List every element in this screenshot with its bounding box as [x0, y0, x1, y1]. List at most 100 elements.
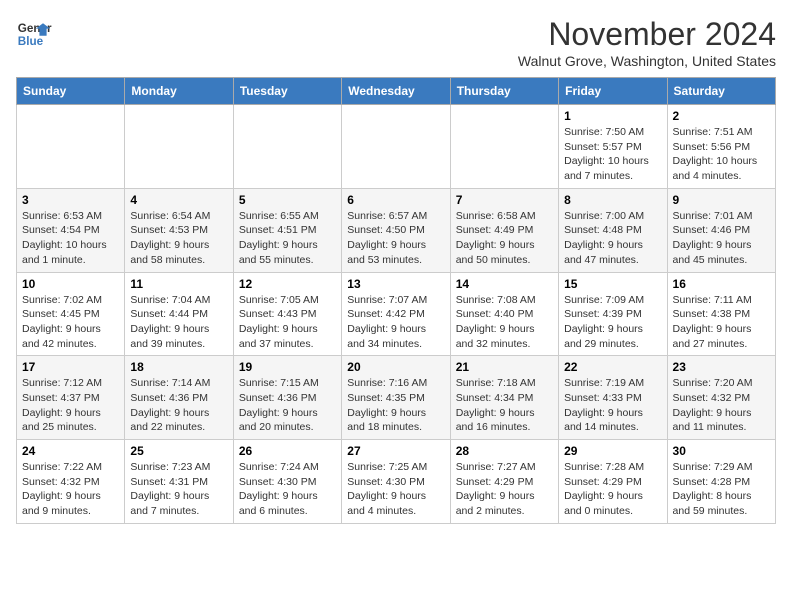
- calendar-cell: [125, 105, 233, 189]
- day-info: Sunrise: 6:54 AM Sunset: 4:53 PM Dayligh…: [130, 210, 210, 266]
- day-info: Sunrise: 6:57 AM Sunset: 4:50 PM Dayligh…: [347, 210, 427, 266]
- day-number: 24: [22, 444, 119, 458]
- title-area: November 2024 Walnut Grove, Washington, …: [518, 16, 776, 69]
- calendar-cell: 13 Sunrise: 7:07 AM Sunset: 4:42 PM Dayli…: [342, 272, 450, 356]
- day-info: Sunrise: 7:22 AM Sunset: 4:32 PM Dayligh…: [22, 461, 102, 517]
- day-number: 23: [673, 360, 770, 374]
- day-info: Sunrise: 6:53 AM Sunset: 4:54 PM Dayligh…: [22, 210, 107, 266]
- calendar-week-3: 10Sunrise: 7:02 AM Sunset: 4:45 PM Dayli…: [17, 272, 776, 356]
- day-info: Sunrise: 7:25 AM Sunset: 4:30 PM Dayligh…: [347, 461, 427, 517]
- day-number: 16: [673, 277, 770, 291]
- day-number: 19: [239, 360, 336, 374]
- column-header-tuesday: Tuesday: [233, 78, 341, 105]
- calendar-cell: 28Sunrise: 7:27 AM Sunset: 4:29 PM Dayli…: [450, 440, 558, 524]
- calendar-cell: 18Sunrise: 7:14 AM Sunset: 4:36 PM Dayli…: [125, 356, 233, 440]
- day-info: Sunrise: 7:16 AM Sunset: 4:35 PM Dayligh…: [347, 377, 427, 433]
- calendar-week-1: 1 Sunrise: 7:50 AM Sunset: 5:57 PM Daylig…: [17, 105, 776, 189]
- calendar-cell: 21 Sunrise: 7:18 AM Sunset: 4:34 PM Dayli…: [450, 356, 558, 440]
- column-header-thursday: Thursday: [450, 78, 558, 105]
- calendar-cell: 3 Sunrise: 6:53 AM Sunset: 4:54 PM Daylig…: [17, 188, 125, 272]
- day-number: 12: [239, 277, 336, 291]
- calendar-cell: 16 Sunrise: 7:11 AM Sunset: 4:38 PM Dayli…: [667, 272, 775, 356]
- calendar-cell: 30 Sunrise: 7:29 AM Sunset: 4:28 PM Dayli…: [667, 440, 775, 524]
- logo-icon: General Blue: [16, 16, 52, 52]
- day-info: Sunrise: 7:11 AM Sunset: 4:38 PM Dayligh…: [673, 294, 752, 350]
- day-number: 29: [564, 444, 661, 458]
- day-info: Sunrise: 7:15 AM Sunset: 4:36 PM Dayligh…: [239, 377, 319, 433]
- calendar-header-row: SundayMondayTuesdayWednesdayThursdayFrid…: [17, 78, 776, 105]
- calendar-week-4: 17 Sunrise: 7:12 AM Sunset: 4:37 PM Dayli…: [17, 356, 776, 440]
- day-number: 1: [564, 109, 661, 123]
- day-number: 14: [456, 277, 553, 291]
- location: Walnut Grove, Washington, United States: [518, 53, 776, 69]
- day-info: Sunrise: 6:55 AM Sunset: 4:51 PM Dayligh…: [239, 210, 319, 266]
- column-header-sunday: Sunday: [17, 78, 125, 105]
- day-info: Sunrise: 7:07 AM Sunset: 4:42 PM Dayligh…: [347, 294, 427, 350]
- day-number: 11: [130, 277, 227, 291]
- day-info: Sunrise: 7:00 AM Sunset: 4:48 PM Dayligh…: [564, 210, 644, 266]
- calendar-cell: 4Sunrise: 6:54 AM Sunset: 4:53 PM Daylig…: [125, 188, 233, 272]
- calendar-cell: 12 Sunrise: 7:05 AM Sunset: 4:43 PM Dayli…: [233, 272, 341, 356]
- day-number: 21: [456, 360, 553, 374]
- day-info: Sunrise: 7:12 AM Sunset: 4:37 PM Dayligh…: [22, 377, 102, 433]
- day-info: Sunrise: 7:14 AM Sunset: 4:36 PM Dayligh…: [130, 377, 210, 433]
- day-info: Sunrise: 7:50 AM Sunset: 5:57 PM Dayligh…: [564, 126, 649, 182]
- day-number: 2: [673, 109, 770, 123]
- day-info: Sunrise: 7:18 AM Sunset: 4:34 PM Dayligh…: [456, 377, 536, 433]
- calendar-week-2: 3 Sunrise: 6:53 AM Sunset: 4:54 PM Daylig…: [17, 188, 776, 272]
- day-info: Sunrise: 7:09 AM Sunset: 4:39 PM Dayligh…: [564, 294, 644, 350]
- calendar-cell: 7 Sunrise: 6:58 AM Sunset: 4:49 PM Daylig…: [450, 188, 558, 272]
- day-info: Sunrise: 7:01 AM Sunset: 4:46 PM Dayligh…: [673, 210, 753, 266]
- day-number: 9: [673, 193, 770, 207]
- day-number: 28: [456, 444, 553, 458]
- day-info: Sunrise: 6:58 AM Sunset: 4:49 PM Dayligh…: [456, 210, 536, 266]
- day-number: 20: [347, 360, 444, 374]
- day-number: 7: [456, 193, 553, 207]
- day-number: 13: [347, 277, 444, 291]
- day-number: 15: [564, 277, 661, 291]
- calendar-cell: 27 Sunrise: 7:25 AM Sunset: 4:30 PM Dayli…: [342, 440, 450, 524]
- logo: General Blue: [16, 16, 52, 52]
- calendar-cell: 19 Sunrise: 7:15 AM Sunset: 4:36 PM Dayli…: [233, 356, 341, 440]
- day-info: Sunrise: 7:08 AM Sunset: 4:40 PM Dayligh…: [456, 294, 536, 350]
- day-number: 26: [239, 444, 336, 458]
- calendar-cell: 9 Sunrise: 7:01 AM Sunset: 4:46 PM Daylig…: [667, 188, 775, 272]
- calendar-cell: [450, 105, 558, 189]
- calendar-cell: 20 Sunrise: 7:16 AM Sunset: 4:35 PM Dayli…: [342, 356, 450, 440]
- day-info: Sunrise: 7:23 AM Sunset: 4:31 PM Dayligh…: [130, 461, 210, 517]
- calendar-cell: 29 Sunrise: 7:28 AM Sunset: 4:29 PM Dayli…: [559, 440, 667, 524]
- day-number: 17: [22, 360, 119, 374]
- calendar-cell: 14 Sunrise: 7:08 AM Sunset: 4:40 PM Dayli…: [450, 272, 558, 356]
- day-info: Sunrise: 7:05 AM Sunset: 4:43 PM Dayligh…: [239, 294, 319, 350]
- day-number: 10: [22, 277, 119, 291]
- calendar-cell: 23 Sunrise: 7:20 AM Sunset: 4:32 PM Dayli…: [667, 356, 775, 440]
- day-number: 3: [22, 193, 119, 207]
- calendar-week-5: 24 Sunrise: 7:22 AM Sunset: 4:32 PM Dayli…: [17, 440, 776, 524]
- day-info: Sunrise: 7:19 AM Sunset: 4:33 PM Dayligh…: [564, 377, 644, 433]
- calendar-cell: 1 Sunrise: 7:50 AM Sunset: 5:57 PM Daylig…: [559, 105, 667, 189]
- day-info: Sunrise: 7:28 AM Sunset: 4:29 PM Dayligh…: [564, 461, 644, 517]
- calendar-cell: 10Sunrise: 7:02 AM Sunset: 4:45 PM Dayli…: [17, 272, 125, 356]
- day-number: 6: [347, 193, 444, 207]
- day-number: 8: [564, 193, 661, 207]
- month-title: November 2024: [518, 16, 776, 53]
- day-info: Sunrise: 7:29 AM Sunset: 4:28 PM Dayligh…: [673, 461, 753, 517]
- calendar-cell: 17 Sunrise: 7:12 AM Sunset: 4:37 PM Dayli…: [17, 356, 125, 440]
- page-header: General Blue November 2024 Walnut Grove,…: [16, 16, 776, 69]
- day-number: 25: [130, 444, 227, 458]
- svg-text:General: General: [18, 22, 52, 35]
- calendar-table: SundayMondayTuesdayWednesdayThursdayFrid…: [16, 77, 776, 524]
- calendar-cell: [342, 105, 450, 189]
- column-header-friday: Friday: [559, 78, 667, 105]
- svg-text:Blue: Blue: [18, 35, 44, 48]
- column-header-monday: Monday: [125, 78, 233, 105]
- calendar-cell: 22 Sunrise: 7:19 AM Sunset: 4:33 PM Dayli…: [559, 356, 667, 440]
- day-number: 30: [673, 444, 770, 458]
- day-info: Sunrise: 7:24 AM Sunset: 4:30 PM Dayligh…: [239, 461, 319, 517]
- calendar-cell: 11Sunrise: 7:04 AM Sunset: 4:44 PM Dayli…: [125, 272, 233, 356]
- day-number: 22: [564, 360, 661, 374]
- calendar-cell: 2Sunrise: 7:51 AM Sunset: 5:56 PM Daylig…: [667, 105, 775, 189]
- day-info: Sunrise: 7:20 AM Sunset: 4:32 PM Dayligh…: [673, 377, 753, 433]
- day-number: 27: [347, 444, 444, 458]
- calendar-cell: 25 Sunrise: 7:23 AM Sunset: 4:31 PM Dayli…: [125, 440, 233, 524]
